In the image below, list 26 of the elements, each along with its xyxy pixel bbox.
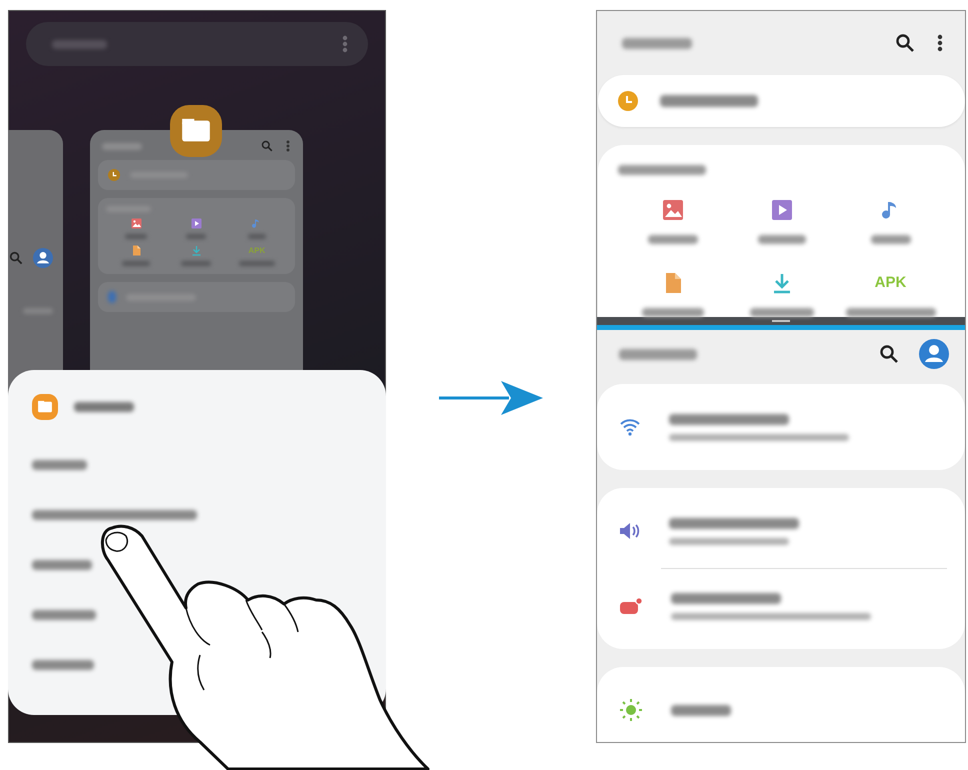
brightness-icon xyxy=(619,698,643,722)
category-item[interactable]: APK xyxy=(226,245,287,266)
profile-icon[interactable] xyxy=(919,339,949,369)
app-preview-card[interactable] xyxy=(8,130,63,390)
apk-label: APK xyxy=(874,273,906,293)
document-icon xyxy=(130,245,142,256)
more-options-icon[interactable] xyxy=(937,34,943,52)
video-icon xyxy=(190,218,202,229)
image-icon xyxy=(662,199,684,221)
profile-icon[interactable] xyxy=(33,248,53,268)
category-item[interactable]: APK xyxy=(836,272,945,317)
notification-icon xyxy=(619,597,643,615)
wifi-icon xyxy=(619,418,641,436)
clock-icon xyxy=(108,169,120,181)
image-icon xyxy=(130,218,142,229)
search-icon[interactable] xyxy=(879,344,899,364)
clock-icon xyxy=(618,91,638,111)
video-icon xyxy=(770,199,792,221)
recent-files-item[interactable] xyxy=(598,75,965,127)
download-icon xyxy=(190,245,202,256)
search-icon[interactable] xyxy=(895,33,915,53)
speaker-icon xyxy=(619,522,641,540)
folder-app-icon xyxy=(32,394,58,420)
folder-app-icon xyxy=(170,105,222,157)
search-bar[interactable] xyxy=(26,22,368,66)
apk-label: APK xyxy=(248,245,266,256)
